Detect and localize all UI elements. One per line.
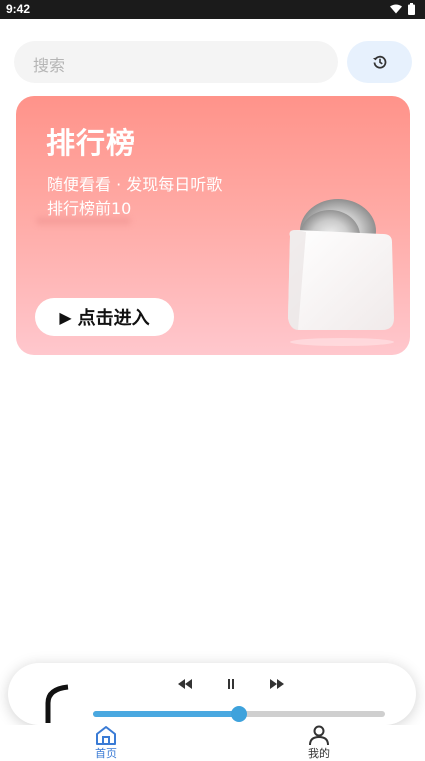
search-placeholder: 搜索 <box>33 56 66 75</box>
enter-button-label: 点击进入 <box>77 308 150 329</box>
progress-slider[interactable] <box>93 706 385 722</box>
nav-item-mine[interactable]: 我的 <box>289 725 349 761</box>
fast-forward-icon[interactable] <box>270 679 284 689</box>
mini-player[interactable] <box>8 663 416 725</box>
person-icon <box>309 725 329 745</box>
nav-label-mine: 我的 <box>308 747 330 760</box>
wifi-icon <box>390 4 402 14</box>
search-input[interactable]: 搜索 <box>14 41 338 83</box>
decorative-shadow <box>36 217 131 225</box>
bottom-nav: 首页 我的 <box>0 725 425 760</box>
player-controls <box>178 679 284 689</box>
status-time: 9:42 <box>6 2 31 16</box>
card-description: 排行榜前10 <box>47 199 132 218</box>
card-title: 排行榜 <box>46 126 137 160</box>
enter-button[interactable]: ▶ 点击进入 <box>35 298 174 336</box>
status-bar: 9:42 <box>0 0 425 19</box>
home-icon <box>96 726 116 745</box>
album-cover <box>45 684 69 723</box>
progress-knob[interactable] <box>231 706 247 722</box>
pause-icon[interactable] <box>226 679 236 689</box>
battery-icon <box>408 3 415 15</box>
play-icon: ▶ <box>59 307 72 327</box>
progress-fill <box>93 711 239 717</box>
rank-card[interactable]: 排行榜 随便看看 · 发现每日听歌 排行榜前10 ▶ 点击进入 <box>16 96 410 355</box>
status-icons <box>390 3 415 15</box>
rewind-icon[interactable] <box>178 679 192 689</box>
music-bag-illustration <box>288 199 394 346</box>
nav-label-home: 首页 <box>95 747 117 760</box>
nav-item-home[interactable]: 首页 <box>76 725 136 761</box>
history-button[interactable] <box>347 41 412 83</box>
card-subtitle: 随便看看 · 发现每日听歌 <box>47 175 223 194</box>
history-icon <box>372 55 386 69</box>
